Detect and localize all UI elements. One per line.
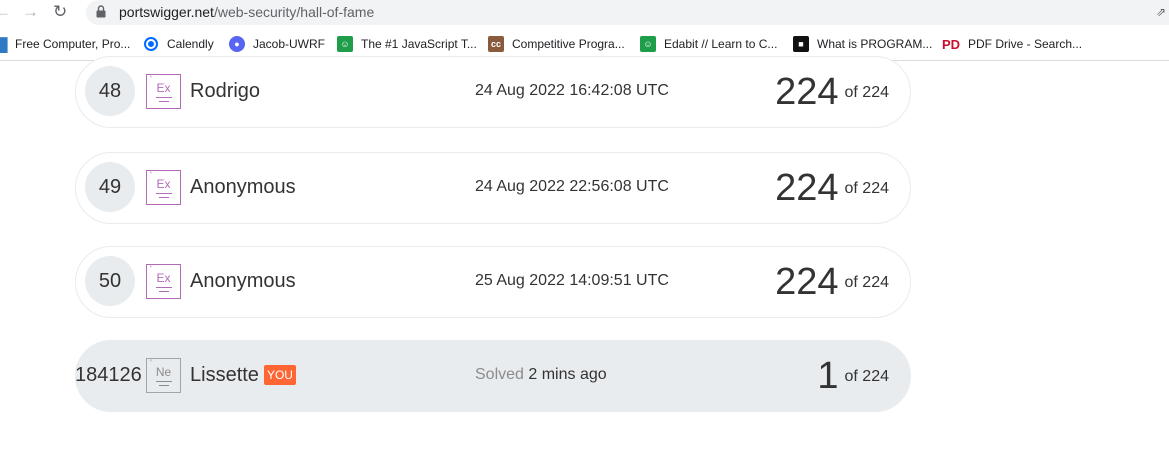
completion-date: 24 Aug 2022 16:42:08 UTC	[475, 82, 669, 99]
bookmark-item[interactable]: Calendly	[143, 35, 214, 53]
programiz-icon: ■	[793, 36, 809, 52]
current-user-row: 184126 ' Ne Lissette YOU Solved 2 mins a…	[75, 340, 911, 412]
level-code: Ex	[156, 271, 171, 285]
expert-level-badge: ' Ex	[146, 170, 181, 205]
rank-number: 50	[85, 256, 135, 306]
back-arrow-icon[interactable]: ←	[0, 2, 11, 22]
total-labs: of 224	[844, 180, 890, 197]
bookmark-label: Calendly	[167, 37, 214, 51]
bookmark-item[interactable]: PD PDF Drive - Search...	[942, 35, 1082, 53]
completion-date: 25 Aug 2022 14:09:51 UTC	[475, 272, 669, 289]
total-labs: of 224	[844, 274, 890, 291]
discord-icon: ●	[229, 36, 245, 52]
reload-icon[interactable]: ↻	[53, 2, 67, 22]
bookmark-item[interactable]: ■ What is PROGRAM...	[793, 35, 932, 53]
microsoft-icon: █	[0, 36, 8, 52]
solved-count: 224	[775, 167, 839, 209]
hall-of-fame-list: 48 ' Ex Rodrigo 24 Aug 2022 16:42:08 UTC…	[0, 56, 1169, 454]
solved-count: 1	[817, 355, 839, 397]
edabit-icon: ☺	[640, 36, 656, 52]
bookmark-label: Competitive Progra...	[512, 37, 625, 51]
pdfdrive-icon: PD	[941, 36, 961, 52]
bookmark-item[interactable]: ● Jacob-UWRF	[229, 35, 325, 53]
leaderboard-row: 49 ' Ex Anonymous 24 Aug 2022 22:56:08 U…	[75, 152, 911, 224]
bookmark-label: Jacob-UWRF	[253, 37, 326, 51]
score: 224 of 224	[775, 259, 889, 303]
solved-count: 224	[775, 261, 839, 303]
user-name: Anonymous	[190, 270, 296, 292]
bookmark-label: Edabit // Learn to C...	[664, 37, 778, 51]
level-code: Ne	[155, 365, 172, 379]
rank-number: 48	[85, 66, 135, 116]
bookmark-item[interactable]: ☺ Edabit // Learn to C...	[640, 35, 777, 53]
you-badge: YOU	[263, 365, 296, 385]
level-code: Ex	[156, 81, 171, 95]
bookmark-item[interactable]: cc Competitive Progra...	[488, 35, 625, 53]
score: 1 of 224	[817, 353, 889, 397]
bookmark-item[interactable]: █ Free Computer, Pro...	[0, 35, 130, 53]
score: 224 of 224	[775, 165, 889, 209]
rank-number: 49	[85, 162, 135, 212]
expert-level-badge: ' Ex	[146, 74, 181, 109]
expert-level-badge: ' Ex	[146, 264, 181, 299]
total-labs: of 224	[844, 368, 890, 385]
novice-level-badge: ' Ne	[146, 358, 181, 393]
solved-count: 224	[775, 71, 839, 113]
cc-icon: cc	[488, 36, 504, 52]
user-name: Lissette YOU	[190, 363, 296, 387]
rank-number: 184126	[75, 363, 142, 386]
leaderboard-row: 50 ' Ex Anonymous 25 Aug 2022 14:09:51 U…	[75, 246, 911, 318]
bookmark-item[interactable]: ☺ The #1 JavaScript T...	[337, 35, 477, 53]
leaderboard-row: 48 ' Ex Rodrigo 24 Aug 2022 16:42:08 UTC…	[75, 56, 911, 128]
completion-date: 24 Aug 2022 22:56:08 UTC	[475, 178, 669, 195]
lock-icon[interactable]	[96, 5, 106, 18]
total-labs: of 224	[844, 84, 890, 101]
user-name: Anonymous	[190, 176, 296, 198]
bookmark-label: Free Computer, Pro...	[15, 37, 131, 51]
user-name: Rodrigo	[190, 80, 261, 102]
bookmark-label: PDF Drive - Search...	[968, 37, 1083, 51]
bookmark-label: What is PROGRAM...	[817, 37, 933, 51]
share-icon[interactable]: ⇗	[1156, 5, 1166, 19]
level-code: Ex	[156, 177, 171, 191]
url-host: portswigger.net	[119, 4, 214, 20]
forward-arrow-icon[interactable]: →	[22, 2, 39, 22]
url-path: /web-security/hall-of-fame	[213, 4, 375, 20]
address-bar[interactable]: portswigger.net/web-security/hall-of-fam…	[86, 0, 1169, 25]
browser-toolbar: ← → ↻ portswigger.net/web-security/hall-…	[0, 0, 1169, 25]
url-text[interactable]: portswigger.net/web-security/hall-of-fam…	[119, 4, 374, 21]
score: 224 of 224	[775, 69, 889, 113]
solved-time: Solved 2 mins ago	[475, 366, 607, 383]
calendly-icon	[143, 36, 159, 52]
bookmark-label: The #1 JavaScript T...	[361, 37, 477, 51]
edabit-icon: ☺	[337, 36, 353, 52]
